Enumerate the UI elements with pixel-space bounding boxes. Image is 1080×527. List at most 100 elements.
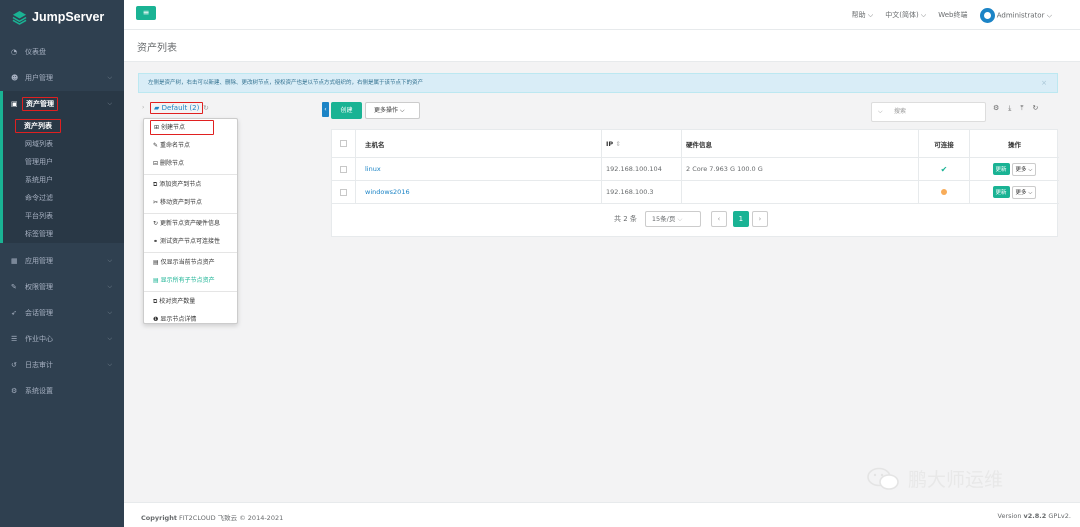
gears-icon: ⚙ (11, 387, 18, 395)
page-1-button[interactable]: 1 (732, 211, 749, 227)
hardware-cell (682, 181, 919, 203)
license: GPLv2. (1048, 512, 1071, 520)
menu-toggle-button[interactable]: ≡ (136, 6, 156, 20)
sidebar-item-label: 应用管理 (25, 257, 53, 265)
copy-icon: ⧉ (153, 181, 158, 188)
sidebar-item-users[interactable]: ☻ 用户管理 ⌵ (0, 65, 124, 91)
folder-icon: ▰ (154, 104, 160, 112)
sidebar-item-label: 作业中心 (25, 335, 53, 343)
menu-item-rename-node[interactable]: ✎ 重命名节点 (144, 137, 237, 155)
wechat-icon (867, 467, 899, 490)
help-menu[interactable]: 帮助 ⌵ (852, 10, 874, 20)
menu-item-create-node[interactable]: ⊞ 创建节点 (144, 119, 237, 137)
language-menu[interactable]: 中文(简体) ⌵ (885, 10, 926, 20)
chevron-left-icon: ‹ (324, 106, 327, 113)
menu-item-show-all-children[interactable]: ▤ 显示所有子节点资产 (144, 272, 237, 290)
refresh-icon[interactable]: ↻ (1033, 104, 1039, 113)
row-checkbox[interactable] (340, 188, 347, 196)
chevron-down-icon: ⌵ (399, 107, 405, 114)
sidebar-item-jobs[interactable]: ☰ 作业中心 ⌵ (0, 326, 124, 352)
link-icon: ⚭ (153, 238, 159, 245)
menu-item-node-details[interactable]: ❶ 显示节点详情 (144, 311, 237, 329)
more-dropdown[interactable]: 更多 ⌵ (1011, 185, 1037, 199)
footer: Copyright FIT2CLOUD 飞致云 © 2014-2021 Vers… (124, 502, 1080, 527)
header-hostname[interactable]: 主机名 (356, 130, 602, 157)
more-label: 更多 (1015, 166, 1027, 173)
inbox-icon: ▣ (11, 100, 18, 108)
menu-divider (144, 213, 237, 214)
hostname-link[interactable]: linux (356, 158, 602, 180)
close-icon[interactable]: × (1041, 74, 1047, 92)
logo[interactable]: JumpServer (0, 0, 124, 34)
prev-page-button[interactable]: ‹ (710, 211, 727, 227)
menu-item-add-assets[interactable]: ⧉ 添加资产到节点 (144, 176, 237, 194)
plus-square-icon: ⊞ (154, 124, 160, 131)
menu-item-show-current-only[interactable]: ▤ 仅显示当前节点资产 (144, 254, 237, 272)
subitem-label: 命令过滤 (25, 194, 53, 202)
more-dropdown[interactable]: 更多 ⌵ (1011, 162, 1037, 176)
subitem-platform-list[interactable]: 平台列表 (3, 207, 124, 225)
chevron-down-icon: ⌵ (107, 309, 112, 316)
sort-icon: ⇕ (615, 139, 621, 148)
chevron-down-icon: ⌵ (920, 11, 927, 19)
menu-item-move-assets[interactable]: ✂ 移动资产到节点 (144, 194, 237, 212)
jumpserver-logo-icon (12, 10, 27, 25)
subitem-label: 系统用户 (25, 176, 53, 184)
gear-icon[interactable]: ⚙ (993, 104, 999, 113)
tree-expand-icon[interactable]: › (142, 104, 144, 111)
info-banner: 左侧是资产树，右击可以新建、删除、更改树节点，授权资产也是以节点方式组织的，右侧… (138, 73, 1058, 93)
select-all-checkbox[interactable] (340, 140, 347, 147)
refresh-tree-icon[interactable]: ↻ (203, 104, 209, 112)
sidebar-item-permissions[interactable]: ✎ 权限管理 ⌵ (0, 274, 124, 300)
subitem-domain-list[interactable]: 网域列表 (3, 135, 124, 153)
edit-icon: ✎ (11, 283, 17, 291)
sidebar-item-audits[interactable]: ↺ 日志审计 ⌵ (0, 352, 124, 378)
tree-context-menu: ⊞ 创建节点 ✎ 重命名节点 ⊟ 删除节点 ⧉ 添加资产到节点 ✂ 移动资产到节… (143, 118, 238, 324)
menu-item-delete-node[interactable]: ⊟ 删除节点 (144, 155, 237, 173)
edit-icon: ✎ (153, 142, 159, 149)
subitem-label: 标签管理 (25, 230, 53, 238)
menu-item-update-hardware[interactable]: ↻ 更新节点资产硬件信息 (144, 215, 237, 233)
version: Version v2.8.2 GPLv2. (998, 512, 1071, 520)
header-ip[interactable]: IP ⇕ (602, 130, 682, 157)
tree-root-text: Default (2) (161, 104, 200, 112)
menu-label: 测试资产节点可连接性 (159, 238, 220, 245)
subitem-label-management[interactable]: 标签管理 (3, 225, 124, 243)
row-checkbox[interactable] (340, 165, 347, 173)
sidebar: JumpServer ◔ 仪表盘 ☻ 用户管理 ⌵ ▣ 资产管理 ⌵ 资产列表 网域列表 … (0, 0, 124, 527)
page-size-select[interactable]: 15条/页 ⌵ (644, 211, 701, 227)
menu-item-check-count[interactable]: ⧉ 校对资产数量 (144, 293, 237, 311)
top-right-menu: 帮助 ⌵ 中文(简体) ⌵ Web终端 Administrator ⌵ (852, 0, 1052, 30)
subitem-command-filter[interactable]: 命令过滤 (3, 189, 124, 207)
collapse-tree-button[interactable]: ‹ (322, 102, 329, 117)
sidebar-item-dashboard[interactable]: ◔ 仪表盘 (0, 39, 124, 65)
create-button[interactable]: 创建 (331, 102, 362, 119)
sidebar-item-applications[interactable]: ▦ 应用管理 ⌵ (0, 248, 124, 274)
hostname-link[interactable]: windows2016 (356, 181, 602, 203)
subitem-label: 平台列表 (25, 212, 53, 220)
subitem-admin-users[interactable]: 管理用户 (3, 153, 124, 171)
next-page-button[interactable]: › (751, 211, 768, 227)
search-input[interactable]: ⌵ 搜索 (871, 102, 986, 122)
web-terminal-link[interactable]: Web终端 (938, 10, 967, 20)
table-header-row: 主机名 IP ⇕ 硬件信息 可连接 操作 (332, 130, 1059, 158)
history-icon: ↺ (11, 361, 17, 369)
subitem-asset-list[interactable]: 资产列表 (3, 117, 124, 135)
sidebar-item-sessions[interactable]: ➶ 会话管理 ⌵ (0, 300, 124, 326)
hamburger-icon: ≡ (142, 8, 150, 17)
sidebar-item-assets[interactable]: ▣ 资产管理 ⌵ (0, 91, 124, 117)
upload-icon[interactable]: ⤒ (1020, 104, 1023, 113)
table-tools: ⚙ ⤓ ⤒ ↻ (993, 104, 1038, 113)
subitem-system-users[interactable]: 系统用户 (3, 171, 124, 189)
menu-item-test-connectivity[interactable]: ⚭ 测试资产节点可连接性 (144, 233, 237, 251)
more-actions-dropdown[interactable]: 更多操作 ⌵ (365, 102, 420, 119)
header-hardware: 硬件信息 (682, 130, 919, 157)
tree-root-node[interactable]: ▰ Default (2) (150, 102, 204, 114)
tree-root-label[interactable]: ▰ Default (2) (150, 102, 204, 114)
sidebar-item-label: 资产管理 (22, 97, 58, 111)
user-menu[interactable]: Administrator ⌵ (979, 7, 1052, 23)
update-button[interactable]: 更新 (992, 163, 1010, 175)
download-icon[interactable]: ⤓ (1008, 104, 1011, 113)
sidebar-item-settings[interactable]: ⚙ 系统设置 (0, 378, 124, 404)
update-button[interactable]: 更新 (992, 186, 1010, 198)
